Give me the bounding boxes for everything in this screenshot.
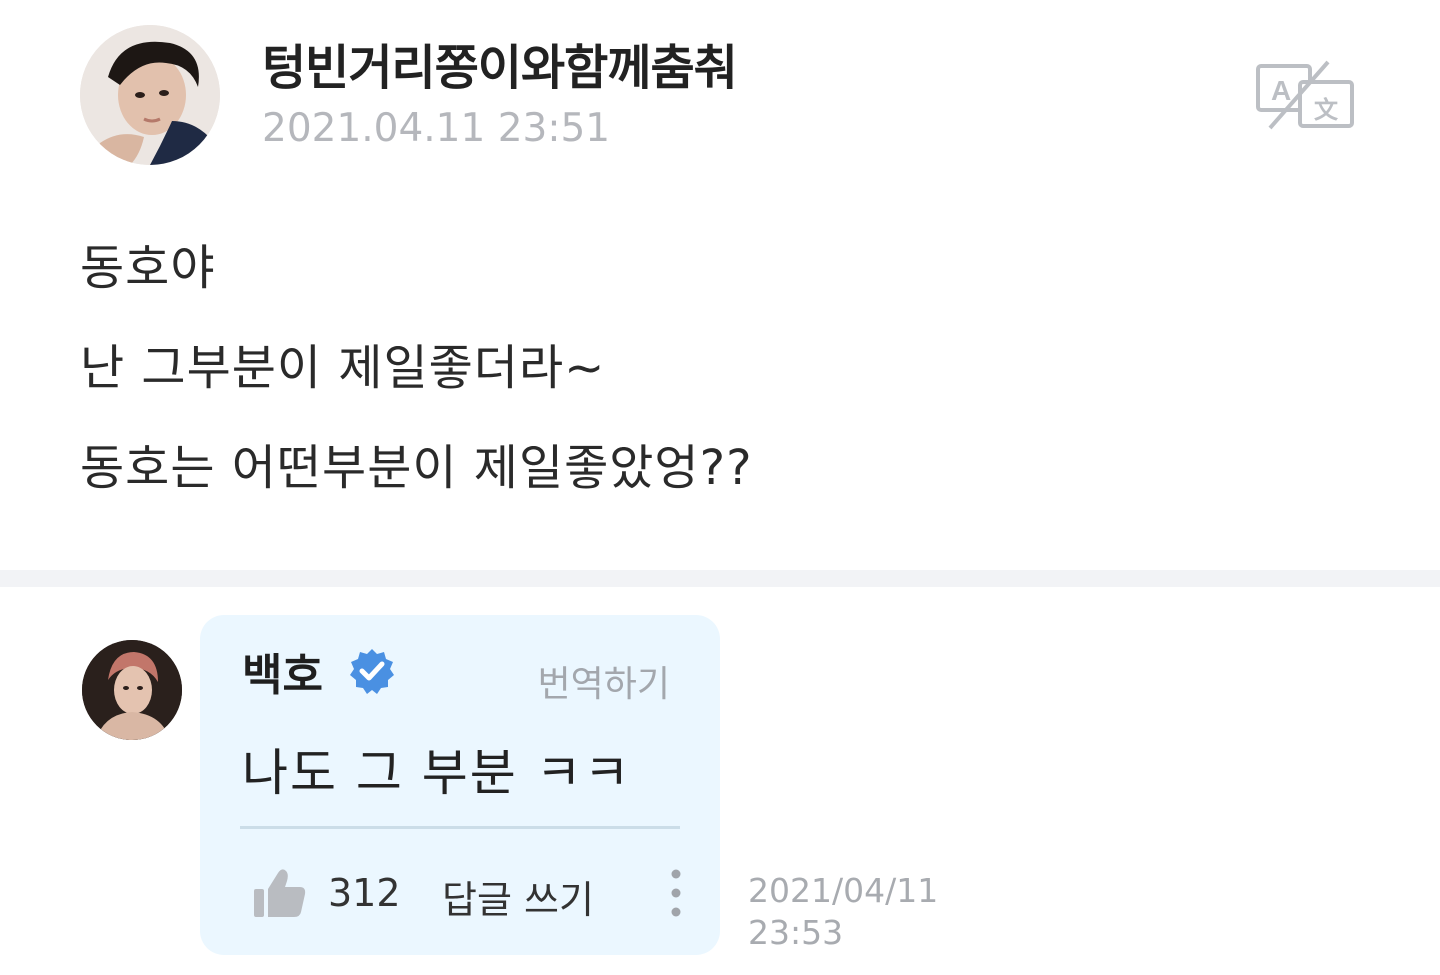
avatar-portrait-image [80,25,220,165]
comment-divider [240,826,680,829]
comment-time: 23:53 [748,913,844,952]
comment-timestamp: 2021/04/11 23:53 [748,870,938,954]
post-detail-screen: 텅빈거리쫑이와함께춤춰 2021.04.11 23:51 A 文 동호야 난 그… [0,0,1440,975]
more-vertical-icon[interactable] [664,867,688,921]
section-divider [0,570,1440,587]
post-body-line: 동호는 어떤부분이 제일좋았엉?? [80,440,753,496]
post-body-line: 동호야 [80,240,216,296]
comment-date: 2021/04/11 [748,871,939,910]
post-author-avatar[interactable] [80,25,220,165]
post-author-name[interactable]: 텅빈거리쫑이와함께춤춰 [262,28,738,98]
comment-translate-button[interactable]: 번역하기 [538,655,670,707]
post-date: 2021.04.11 23:51 [262,106,611,151]
svg-text:文: 文 [1314,96,1339,124]
comment-author-avatar[interactable] [82,640,182,740]
comment-bubble: 백호 번역하기 나도 그 부분 ㅋㅋ 312 답글 쓰기 [200,615,720,955]
comment-author-name[interactable]: 백호 [242,639,323,703]
translate-icon[interactable]: A 文 [1254,60,1356,132]
thumbs-up-icon[interactable] [252,865,308,921]
svg-text:A: A [1271,75,1291,106]
verified-badge-icon [348,647,396,695]
like-count: 312 [328,871,401,915]
reply-button[interactable]: 답글 쓰기 [442,869,594,924]
comment-text: 나도 그 부분 ㅋㅋ [242,744,632,802]
post-body: 동호야 난 그부분이 제일좋더라~ 동호는 어떤부분이 제일좋았엉?? [80,218,1360,518]
avatar-portrait-image [82,640,182,740]
post-body-line: 난 그부분이 제일좋더라~ [80,340,606,396]
